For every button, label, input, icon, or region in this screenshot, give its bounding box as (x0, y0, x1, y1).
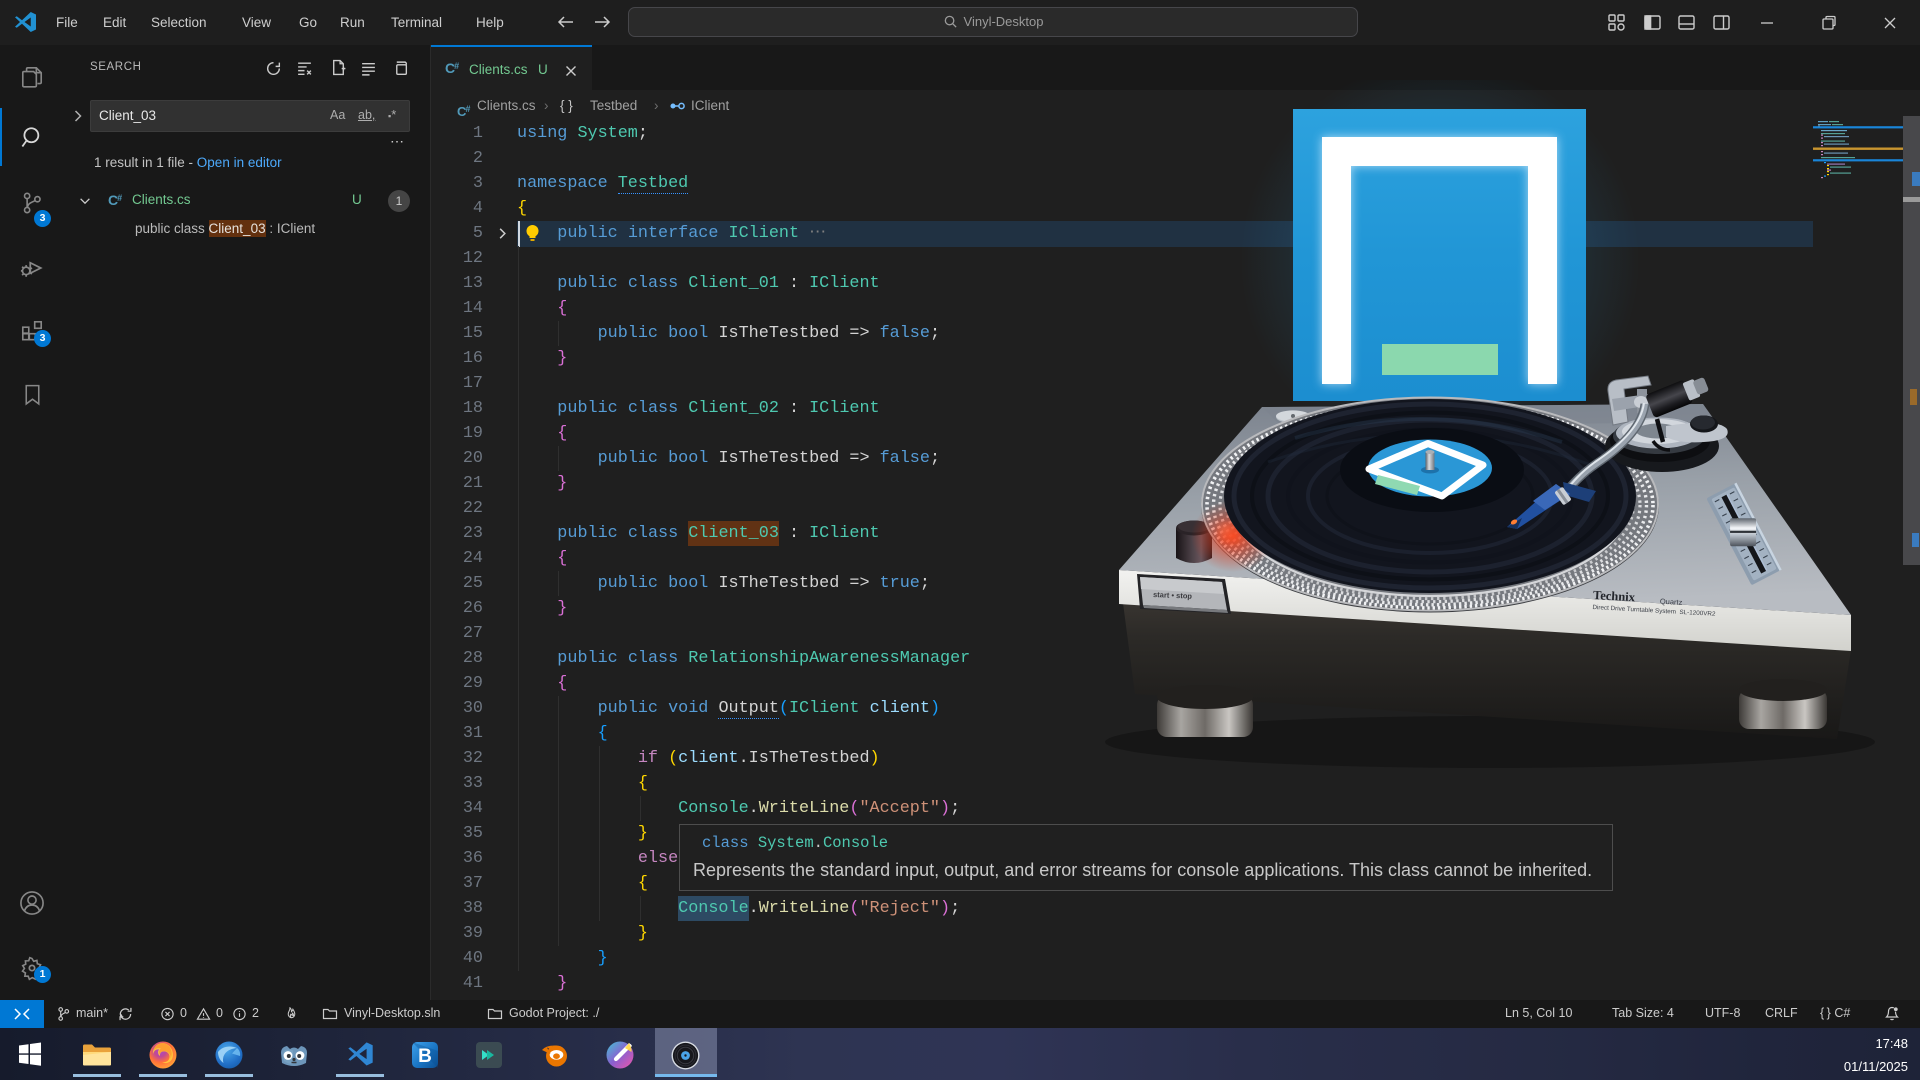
svg-text:start • stop: start • stop (1153, 590, 1193, 601)
svg-text:B: B (418, 1046, 432, 1067)
svg-text:Technix: Technix (1593, 588, 1636, 604)
svg-text:Quartz: Quartz (1660, 597, 1683, 607)
